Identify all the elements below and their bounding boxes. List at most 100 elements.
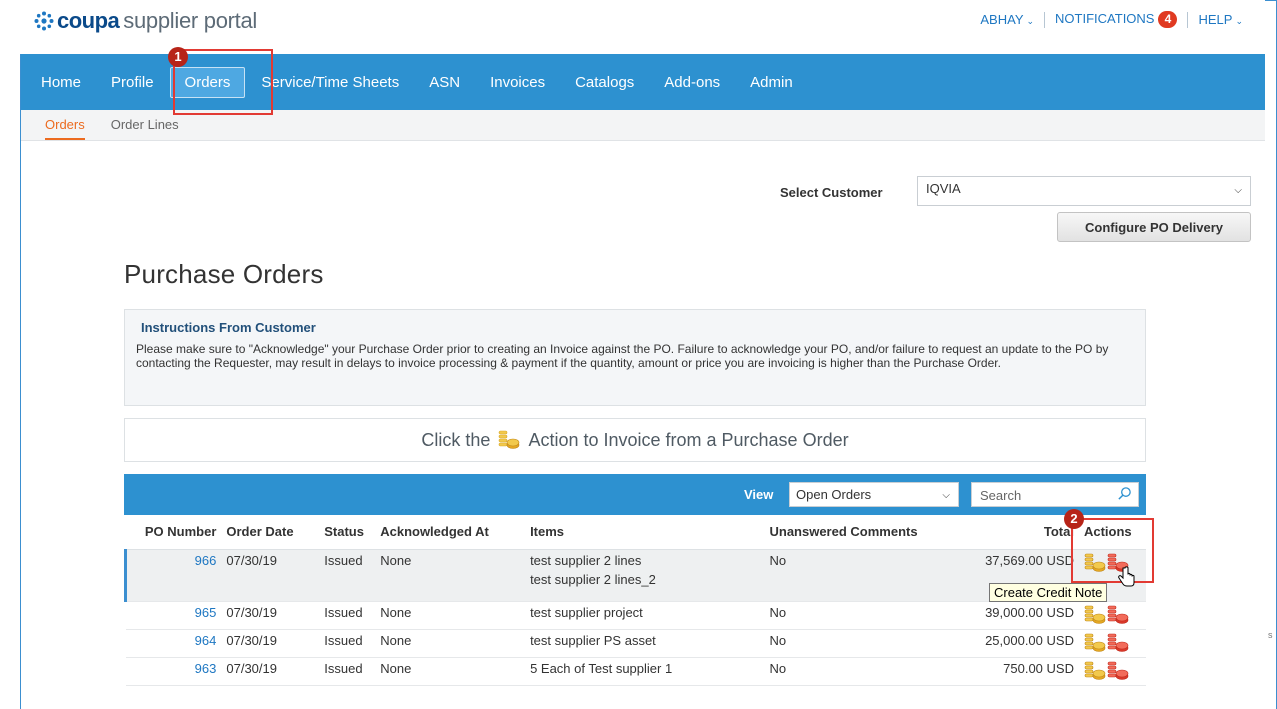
divider — [1044, 11, 1046, 28]
actions-cell — [1078, 657, 1146, 686]
nav-home[interactable]: Home — [41, 68, 81, 97]
nav-invoices[interactable]: Invoices — [490, 68, 545, 97]
edge-glyph: ѕ — [1268, 630, 1273, 640]
customer-select[interactable]: IQVIA ⌵ — [917, 176, 1251, 206]
col-status[interactable]: Status — [319, 515, 376, 550]
configure-po-delivery-button[interactable]: Configure PO Delivery — [1057, 212, 1251, 242]
red-coins-icon[interactable] — [1107, 661, 1129, 681]
po-number-link[interactable]: 966 — [195, 553, 217, 568]
po-number-link[interactable]: 963 — [195, 661, 217, 676]
instructions-title: Instructions From Customer — [141, 320, 316, 335]
unanswered-comments: No — [764, 601, 955, 630]
col-unanswered-comments[interactable]: Unanswered Comments — [764, 515, 955, 550]
table-row: 963 07/30/19 Issued None 5 Each of Test … — [125, 657, 1146, 686]
nav-catalogs[interactable]: Catalogs — [575, 68, 634, 97]
nav-profile[interactable]: Profile — [111, 68, 154, 97]
customer-select-value: IQVIA — [926, 181, 961, 196]
unanswered-comments: No — [764, 657, 955, 686]
order-date: 07/30/19 — [221, 549, 320, 602]
red-coins-icon[interactable] — [1107, 633, 1129, 653]
actions — [1084, 633, 1141, 653]
hint-text-before: Click the — [421, 429, 491, 450]
gold-coins-icon[interactable] — [1084, 633, 1106, 653]
gold-coins-icon[interactable] — [1084, 661, 1106, 681]
logo-word: coupa — [57, 8, 120, 33]
chevron-down-icon: ⌵ — [942, 490, 950, 501]
orders-table-toolbar: View Open Orders ⌵ Search — [124, 474, 1146, 515]
user-name: ABHAY — [980, 12, 1024, 27]
actions-cell — [1078, 601, 1146, 630]
hand-cursor-icon — [1118, 566, 1135, 587]
order-date: 07/30/19 — [221, 657, 320, 686]
gold-coins-icon[interactable] — [1084, 605, 1106, 625]
po-number-link[interactable]: 965 — [195, 605, 217, 620]
coupa-logo-icon — [34, 11, 54, 31]
actions-cell — [1078, 629, 1146, 658]
notifications-link[interactable]: NOTIFICATIONS 4 — [1055, 11, 1178, 28]
col-po-number[interactable]: PO Number — [125, 515, 222, 550]
total: 39,000.00 USD — [954, 601, 1079, 630]
create-credit-note-tooltip: Create Credit Note — [989, 583, 1108, 602]
help-menu[interactable]: HELP ⌄ — [1198, 12, 1243, 27]
status: Issued — [319, 601, 376, 630]
col-acknowledged-at[interactable]: Acknowledged At — [375, 515, 526, 550]
logo-suffix: supplier portal — [123, 8, 257, 33]
search-placeholder: Search — [980, 488, 1022, 503]
chevron-down-icon: ⌵ — [1234, 185, 1242, 196]
item-line: test supplier 2 lines_2 — [530, 571, 656, 587]
notification-count-badge: 4 — [1158, 11, 1178, 28]
acknowledged-at: None — [375, 657, 526, 686]
view-select[interactable]: Open Orders ⌵ — [789, 482, 959, 507]
table-row: 964 07/30/19 Issued None test supplier P… — [125, 629, 1146, 658]
instructions-text: Please make sure to "Acknowledge" your P… — [136, 342, 1109, 370]
orders-highlight-box — [173, 49, 273, 115]
red-coins-icon[interactable] — [1107, 605, 1129, 625]
gold-coins-icon — [499, 430, 520, 449]
items: test supplier PS asset — [525, 629, 765, 658]
customer-instructions-panel: Instructions From Customer Please make s… — [124, 309, 1146, 406]
acknowledged-at: None — [375, 629, 526, 658]
view-select-value: Open Orders — [796, 487, 872, 502]
items: test supplier 2 lines test supplier 2 lin… — [525, 549, 765, 602]
order-date: 07/30/19 — [221, 629, 320, 658]
items: test supplier project — [525, 601, 765, 630]
hint-text-after: Action to Invoice from a Purchase Order — [528, 429, 849, 450]
nav-service-time-sheets[interactable]: Service/Time Sheets — [261, 68, 399, 97]
select-customer-label: Select Customer — [780, 185, 883, 200]
divider — [1187, 11, 1189, 28]
search-icon[interactable] — [1117, 486, 1132, 501]
acknowledged-at: None — [375, 549, 526, 602]
chevron-down-icon: ⌄ — [1026, 16, 1035, 26]
po-number-link[interactable]: 964 — [195, 633, 217, 648]
unanswered-comments: No — [764, 549, 955, 602]
col-order-date[interactable]: Order Date — [221, 515, 320, 550]
notifications-label: NOTIFICATIONS — [1055, 11, 1155, 26]
view-label: View — [744, 487, 774, 502]
subnav-orders[interactable]: Orders — [45, 110, 85, 140]
total: 750.00 USD — [954, 657, 1079, 686]
total: 25,000.00 USD — [954, 629, 1079, 658]
top-links: ABHAY ⌄ NOTIFICATIONS 4 HELP ⌄ — [980, 11, 1243, 28]
actions — [1084, 661, 1141, 681]
actions-highlight-box — [1071, 518, 1154, 583]
table-row: 965 07/30/19 Issued None test supplier p… — [125, 601, 1146, 630]
status: Issued — [319, 629, 376, 658]
nav-add-ons[interactable]: Add-ons — [664, 68, 720, 97]
col-total[interactable]: Total — [954, 515, 1079, 550]
item-line: test supplier 2 lines — [530, 552, 642, 568]
col-items[interactable]: Items — [525, 515, 765, 550]
chevron-down-icon: ⌄ — [1235, 16, 1243, 26]
items: 5 Each of Test supplier 1 — [525, 657, 765, 686]
coupa-logo[interactable]: coupa supplier portal — [33, 6, 257, 36]
subnav-order-lines[interactable]: Order Lines — [111, 110, 179, 140]
actions — [1084, 605, 1141, 625]
nav-asn[interactable]: ASN — [429, 68, 460, 97]
nav-admin[interactable]: Admin — [750, 68, 793, 97]
table-header-row: PO Number Order Date Status Acknowledged… — [125, 515, 1146, 550]
page-title: Purchase Orders — [124, 259, 324, 289]
status: Issued — [319, 657, 376, 686]
status: Issued — [319, 549, 376, 602]
acknowledged-at: None — [375, 601, 526, 630]
search-input[interactable]: Search — [971, 482, 1139, 507]
user-menu[interactable]: ABHAY ⌄ — [980, 12, 1034, 27]
